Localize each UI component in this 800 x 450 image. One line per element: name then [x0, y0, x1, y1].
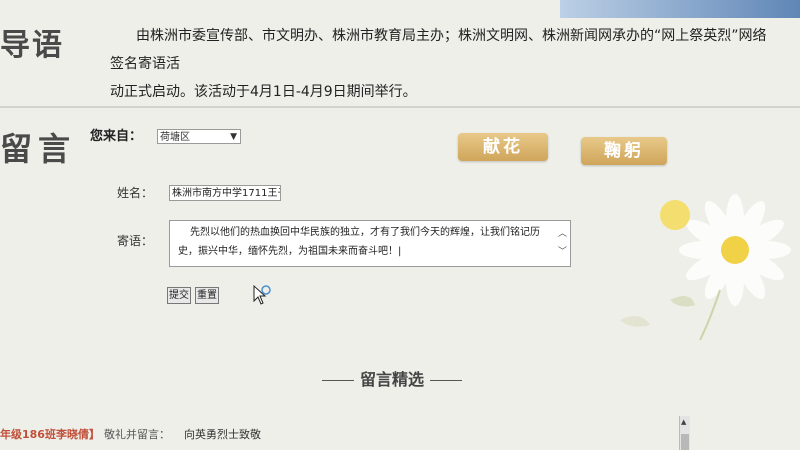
scroll-down-icon[interactable]: ﹀ — [546, 243, 567, 262]
message-text: 先烈以他们的热血换回中华民族的独立，才有了我们今天的辉煌，让我们铭记历史，振兴中… — [178, 227, 540, 257]
featured-row-author[interactable]: 年级186班李晓倩】 — [0, 426, 100, 442]
chevron-down-icon: ▼ — [230, 132, 237, 142]
title-rule-right — [430, 380, 463, 381]
browser-top-edge — [560, 0, 800, 18]
featured-messages-title: 留言精选 — [316, 366, 468, 390]
intro-line-1: 由株洲市委宣传部、市文明办、株洲市教育局主办；株洲文明网、株洲新闻网承办的“网上… — [110, 28, 767, 72]
submit-button[interactable]: 提交 — [167, 287, 191, 304]
scrollbar-thumb[interactable] — [681, 434, 689, 450]
name-label: 姓名： — [117, 186, 154, 200]
guide-title: 导语 — [0, 28, 64, 63]
message-textarea[interactable]: 先烈以他们的热血换回中华民族的独立，才有了我们今天的辉煌，让我们铭记历史，振兴中… — [169, 220, 571, 267]
name-input[interactable]: 株洲市南方中学1711王子萌 — [169, 185, 281, 201]
featured-list-scrollbar[interactable]: ▲ — [679, 416, 690, 450]
section-divider — [0, 106, 800, 108]
featured-row-text: 向英勇烈士致敬 — [184, 428, 261, 441]
from-label: 您来自： — [90, 129, 143, 144]
message-label: 寄语： — [117, 234, 154, 248]
bow-button[interactable]: 鞠躬 — [581, 137, 667, 165]
title-rule-left — [322, 380, 354, 381]
featured-row-action: 敬礼并留言： — [104, 428, 170, 441]
intro-text: 由株洲市委宣传部、市文明办、株洲市教育局主办；株洲文明网、株洲新闻网承办的“网上… — [110, 22, 780, 106]
district-select[interactable]: 荷塘区 ▼ — [157, 129, 241, 144]
featured-title-text: 留言精选 — [360, 370, 425, 389]
mouse-pointer-icon — [253, 284, 271, 305]
scroll-up-icon[interactable]: ︿ — [546, 225, 567, 244]
scroll-up-arrow-icon[interactable]: ▲ — [681, 418, 686, 426]
message-section-title: 留言 — [0, 130, 77, 168]
reset-button[interactable]: 重置 — [195, 287, 219, 304]
district-selected-value: 荷塘区 — [160, 132, 190, 143]
daisy-decoration — [620, 194, 791, 340]
offer-flower-button[interactable]: 献花 — [458, 133, 548, 161]
intro-line-2: 动正式启动。该活动于4月1日-4月9日期间举行。 — [110, 84, 417, 100]
